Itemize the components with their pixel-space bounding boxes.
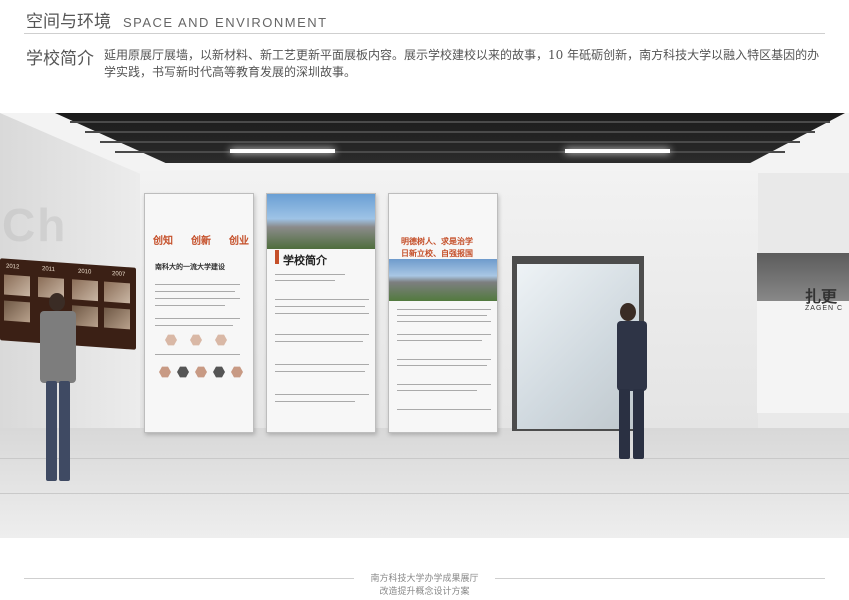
text-line [155,318,240,319]
hex-icon [177,366,189,378]
sign-large-text: 扎更 [805,287,838,306]
text-line [397,315,487,316]
text-line [275,401,355,402]
wall-word-block [659,273,709,285]
floor-joint [0,493,849,494]
text-line [275,274,345,275]
footer-line-2: 改造提升概念设计方案 [379,587,470,597]
accent-bar [275,250,279,264]
ceiling-lamp [565,149,670,153]
panel-title: 学校简介 [283,254,327,267]
header-divider [24,33,825,34]
timeline-year: 2007 [112,271,126,279]
visitor-leg [46,381,57,481]
display-panel-introduction: 学校简介 [266,193,376,433]
visitor-leg [633,389,644,459]
floor-joint [0,458,849,459]
ceiling-slat [70,121,830,123]
panel-headline: 明德树人、求是治学 日新立校、自强报国 [401,236,473,260]
hex-icon [195,366,207,378]
text-line [155,305,225,306]
text-line [275,341,363,342]
ceiling-lamp [230,149,335,153]
text-line [275,299,369,300]
ceiling-slat [85,131,815,133]
ceiling-slat [100,141,800,143]
intro-label: 学校简介 [26,49,94,69]
page-header: 空间与环境 SPACE AND ENVIRONMENT [26,7,328,32]
text-line [275,280,335,281]
text-line [155,298,240,299]
floor [0,428,849,538]
hex-icon [159,366,171,378]
display-panel-innovation: 创知 创新 创业 南科大的一流大学建设 [144,193,254,433]
wall-word-block [665,343,713,355]
text-line [155,284,240,285]
visitor-head [620,303,636,321]
hex-icon [190,334,202,346]
ceiling-slat [115,151,785,153]
intro-text: 延用原展厅展墙，以新材料、新工艺更新平面展板内容。展示学校建校以来的故事，10 … [104,48,820,79]
section-title-cn: 空间与环境 [26,12,111,32]
hex-icon [231,366,243,378]
text-line [275,313,369,314]
text-line [397,409,491,410]
panel-subtitle: 南科大的一流大学建设 [155,263,225,271]
timeline-photo [104,307,130,330]
text-line [397,321,491,322]
campus-photo [267,194,375,249]
visitor-leg [59,381,70,481]
text-line [275,364,369,365]
display-panel-motto: 明德树人、求是治学 日新立校、自强报国 [388,193,498,433]
timeline-year: 2011 [42,266,55,274]
sign-small-text: ZAGEN C [805,305,844,312]
timeline-photo [104,281,130,304]
wall-word-block [657,319,705,331]
text-line [155,291,235,292]
visitor-leg [619,389,630,459]
text-line [155,325,233,326]
visitor-torso [617,321,647,391]
visitor-head [49,293,65,311]
headline-word: 创业 [229,236,249,247]
visitor-figure [38,291,88,491]
text-line [397,384,491,385]
headline-word: 创知 [153,236,173,247]
timeline-year: 2012 [6,263,20,271]
text-line [397,359,491,360]
text-line [397,309,491,310]
timeline-year: 2010 [78,268,92,276]
text-line [275,371,365,372]
text-line [275,394,369,395]
footer-line-1: 南方科技大学办学成果展厅 [370,574,479,584]
headline-word: 创新 [191,236,211,247]
text-line [397,365,487,366]
text-line [155,354,240,355]
campus-photo [389,259,497,301]
section-title-en: SPACE AND ENVIRONMENT [123,15,328,30]
motto-line: 明德树人、求是治学 [401,237,473,246]
wall-word-block [669,295,715,307]
wall-letter-decoration: Ch [2,199,68,251]
timeline-photo [4,300,30,323]
text-line [275,306,365,307]
text-line [397,334,491,335]
text-line [397,390,477,391]
wall-word-block [655,251,715,263]
hex-icon [215,334,227,346]
hex-icon [165,334,177,346]
text-line [397,340,482,341]
text-line [275,334,369,335]
exhibition-render: Ch 2012 2011 2010 2007 创知 创新 创业 南科大的一流大学… [0,113,849,538]
visitor-figure [605,303,655,473]
panel-headline: 创知 创新 创业 [153,232,249,247]
timeline-photo [4,274,30,297]
hex-icon [213,366,225,378]
right-wall-sign: 扎更 ZAGEN C [757,253,849,413]
visitor-torso [40,311,76,383]
